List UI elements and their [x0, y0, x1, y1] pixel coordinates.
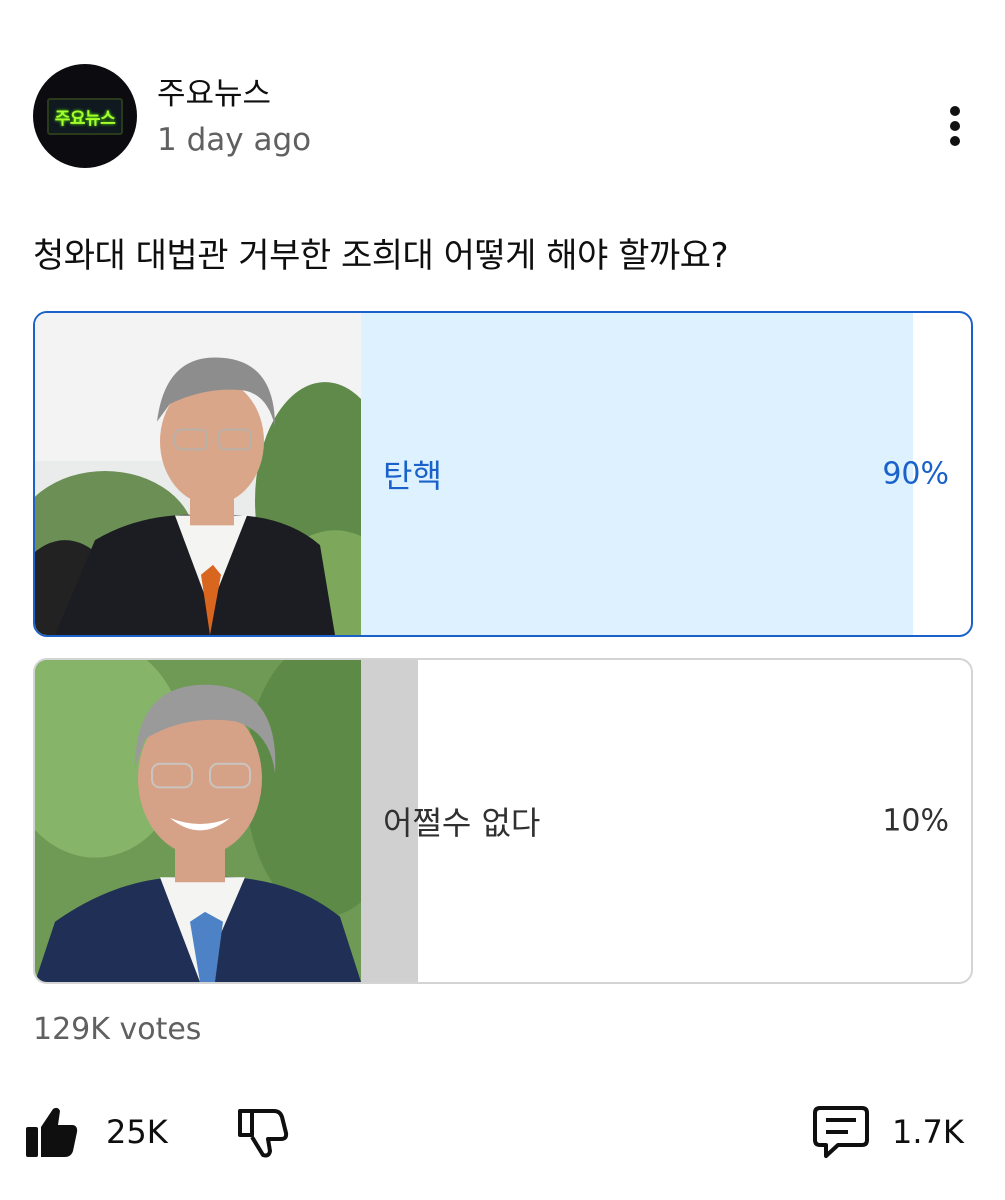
- thumbs-up-icon: [26, 1107, 78, 1157]
- comment-count: 1.7K: [892, 1113, 964, 1151]
- channel-name[interactable]: 주요뉴스: [157, 68, 271, 113]
- channel-avatar[interactable]: 주요뉴스: [33, 64, 137, 168]
- post-header: 주요뉴스 주요뉴스 1 day ago: [33, 64, 973, 174]
- more-options-icon[interactable]: [937, 98, 973, 154]
- poll-question: 청와대 대법관 거부한 조희대 어떻게 해야 할까요?: [33, 236, 729, 276]
- poll-option-image: [35, 660, 361, 982]
- comment-icon: [813, 1106, 869, 1158]
- poll-option-label: 어쩔수 없다: [383, 804, 541, 842]
- poll-option-image: [35, 313, 361, 635]
- community-post: 주요뉴스 주요뉴스 1 day ago 청와대 대법관 거부한 조희대 어떻게 …: [0, 0, 1005, 1200]
- poll-option-label: 탄핵: [383, 457, 442, 495]
- poll-option-bar: [361, 313, 913, 635]
- like-button[interactable]: 25K: [26, 1100, 168, 1164]
- comment-button[interactable]: 1.7K: [812, 1100, 964, 1164]
- avatar-logo-text: 주요뉴스: [46, 97, 124, 135]
- poll-option-2[interactable]: 어쩔수 없다 10%: [33, 658, 973, 984]
- poll-option-1[interactable]: 탄핵 90%: [33, 311, 973, 637]
- action-bar: 25K 1.7K: [26, 1100, 966, 1164]
- poll-option-percent: 90%: [882, 456, 949, 492]
- poll-option-percent: 10%: [882, 803, 949, 839]
- dislike-button[interactable]: [236, 1100, 290, 1164]
- like-count: 25K: [106, 1113, 168, 1151]
- thumbs-down-icon: [238, 1109, 289, 1158]
- vote-count: 129K votes: [33, 1012, 202, 1047]
- post-time: 1 day ago: [157, 122, 312, 158]
